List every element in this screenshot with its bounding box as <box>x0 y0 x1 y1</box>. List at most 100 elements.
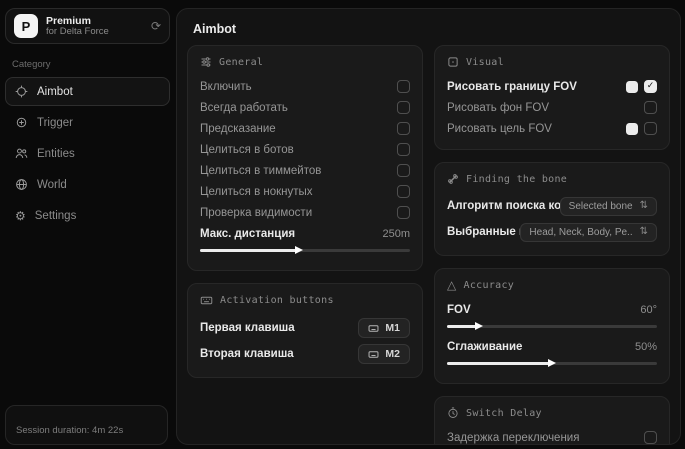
sliders-icon <box>200 56 212 68</box>
toggle-row-visibility-check: Проверка видимости ✓ <box>200 202 410 223</box>
row-label: Алгоритм поиска костей <box>447 200 560 212</box>
session-card: Session duration: 4m 22s <box>5 405 168 445</box>
draw-fov-background-checkbox[interactable]: ✓ <box>644 101 657 114</box>
sidebar-item-aimbot[interactable]: Aimbot <box>5 77 170 106</box>
triangle-icon: △ <box>447 279 457 291</box>
bone-algorithm-select[interactable]: Selected bone ⇅ <box>560 197 657 216</box>
sidebar-item-settings[interactable]: ⚙ Settings <box>5 201 170 230</box>
target-knocked-checkbox[interactable]: ✓ <box>397 185 410 198</box>
session-duration: Session duration: 4m 22s <box>16 425 123 436</box>
fov-slider[interactable] <box>447 321 657 331</box>
toggle-row-enable: Включить ✓ <box>200 76 410 97</box>
smoothing-row: Сглаживание 50% <box>447 336 657 357</box>
slider-fill <box>447 362 552 365</box>
key-binding-value: M1 <box>385 322 400 334</box>
bone-icon <box>447 173 459 185</box>
max-distance-row: Макс. дистанция 250m <box>200 223 410 244</box>
smoothing-slider[interactable] <box>447 358 657 368</box>
row-label: Целиться в нокнутых <box>200 186 397 198</box>
max-distance-value: 250m <box>382 228 410 240</box>
row-label: Предсказание <box>200 123 397 135</box>
row-label: Вторая клавиша <box>200 348 358 360</box>
app-window: P Premium for Delta Force ⟳ Category Aim… <box>0 0 685 449</box>
clock-icon <box>447 407 459 419</box>
color-swatch[interactable] <box>626 81 638 93</box>
row-label: Первая клавиша <box>200 322 358 334</box>
brand-logo: P <box>14 14 38 38</box>
general-header: General <box>200 56 410 68</box>
max-distance-slider[interactable] <box>200 245 410 255</box>
row-label: Макс. дистанция <box>200 228 374 240</box>
frame-icon <box>447 56 459 68</box>
accuracy-header: △ Accuracy <box>447 279 657 291</box>
draw-fov-target-checkbox[interactable]: ✓ <box>644 122 657 135</box>
smoothing-value: 50% <box>635 341 657 353</box>
selected-bones-select[interactable]: Head, Neck, Body, Pe.. ⇅ <box>520 223 657 242</box>
bone-header: Finding the bone <box>447 173 657 185</box>
accuracy-card: △ Accuracy FOV 60° Сглаживание 50% <box>434 268 670 384</box>
visibility-check-checkbox[interactable]: ✓ <box>397 206 410 219</box>
row-label: Задержка переключения <box>447 432 644 444</box>
slider-thumb[interactable] <box>295 246 303 254</box>
general-card: General Включить ✓ Всегда работать ✓ Пре… <box>187 45 423 271</box>
enable-checkbox[interactable]: ✓ <box>397 80 410 93</box>
section-title: Activation buttons <box>220 295 334 306</box>
slider-thumb[interactable] <box>548 359 556 367</box>
row-label: Включить <box>200 81 397 93</box>
switch-delay-checkbox[interactable]: ✓ <box>644 431 657 444</box>
sidebar: P Premium for Delta Force ⟳ Category Aim… <box>5 8 170 445</box>
sidebar-item-trigger[interactable]: Trigger <box>5 108 170 137</box>
key-binding-value: M2 <box>385 348 400 360</box>
target-bots-checkbox[interactable]: ✓ <box>397 143 410 156</box>
crosshair-icon <box>15 85 28 98</box>
brand-card: P Premium for Delta Force ⟳ <box>5 8 170 44</box>
sidebar-item-world[interactable]: World <box>5 170 170 199</box>
toggle-row-always-work: Всегда работать ✓ <box>200 97 410 118</box>
page-title: Aimbot <box>177 9 680 45</box>
row-label: Рисовать цель FOV <box>447 123 626 135</box>
keyboard-icon <box>200 294 213 307</box>
first-key-button[interactable]: M1 <box>358 318 410 338</box>
second-key-row: Вторая клавиша M2 <box>200 341 410 367</box>
bone-algorithm-row: Алгоритм поиска костей Selected bone ⇅ <box>447 193 657 219</box>
section-title: Finding the bone <box>466 174 567 185</box>
section-title: General <box>219 57 263 68</box>
fov-row: FOV 60° <box>447 299 657 320</box>
row-label: Выбранные кости <box>447 226 520 238</box>
main-panel: Aimbot General Включить ✓ Всегда работат… <box>176 8 681 445</box>
prediction-checkbox[interactable]: ✓ <box>397 122 410 135</box>
bone-card: Finding the bone Алгоритм поиска костей … <box>434 162 670 256</box>
slider-thumb[interactable] <box>475 322 483 330</box>
draw-fov-border-checkbox[interactable]: ✓ <box>644 80 657 93</box>
visual-header: Visual <box>447 56 657 68</box>
row-label: Целиться в тиммейтов <box>200 165 397 177</box>
switch-delay-toggle-row: Задержка переключения ✓ <box>447 427 657 445</box>
gear-icon: ⚙ <box>15 210 26 222</box>
target-teammates-checkbox[interactable]: ✓ <box>397 164 410 177</box>
chevron-updown-icon: ⇅ <box>640 201 648 211</box>
selected-value: Head, Neck, Body, Pe.. <box>529 227 632 238</box>
toggle-row-prediction: Предсказание ✓ <box>200 118 410 139</box>
activation-header: Activation buttons <box>200 294 410 307</box>
sidebar-item-label: Trigger <box>37 117 73 129</box>
row-label: Рисовать фон FOV <box>447 102 644 114</box>
row-label: Всегда работать <box>200 102 397 114</box>
second-key-button[interactable]: M2 <box>358 344 410 364</box>
always-work-checkbox[interactable]: ✓ <box>397 101 410 114</box>
sidebar-item-label: World <box>37 179 67 191</box>
section-title: Accuracy <box>464 280 515 291</box>
section-title: Visual <box>466 57 504 68</box>
sync-icon[interactable]: ⟳ <box>151 20 161 32</box>
activation-card: Activation buttons Первая клавиша M1 Вто… <box>187 283 423 378</box>
sidebar-item-entities[interactable]: Entities <box>5 139 170 168</box>
keyboard-icon <box>368 323 379 334</box>
fov-value: 60° <box>640 304 657 316</box>
category-label: Category <box>12 59 170 70</box>
users-icon <box>15 147 28 160</box>
toggle-row-target-teammates: Целиться в тиммейтов ✓ <box>200 160 410 181</box>
slider-fill <box>200 249 299 252</box>
color-swatch[interactable] <box>626 123 638 135</box>
brand-text: Premium for Delta Force <box>46 15 143 38</box>
left-column: General Включить ✓ Всегда работать ✓ Пре… <box>187 45 423 445</box>
right-column: Visual Рисовать границу FOV ✓ Рисовать ф… <box>434 45 670 445</box>
